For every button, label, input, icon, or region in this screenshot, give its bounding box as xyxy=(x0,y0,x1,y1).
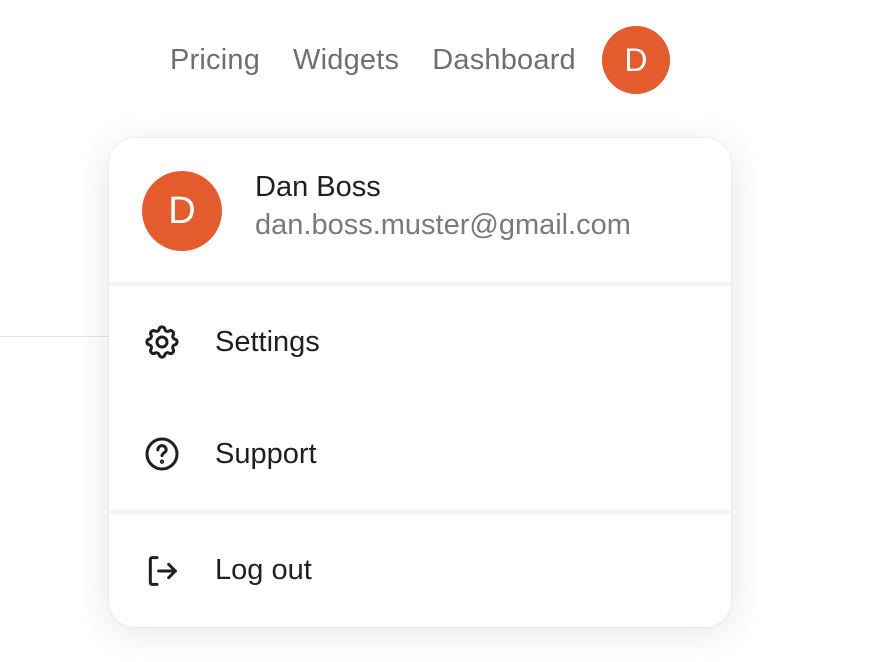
user-menu-dropdown: D Dan Boss dan.boss.muster@gmail.com Set… xyxy=(109,138,731,627)
profile-avatar: D xyxy=(142,171,222,251)
profile-name: Dan Boss xyxy=(255,171,381,203)
menu-item-support-label: Support xyxy=(215,437,317,470)
background-divider xyxy=(0,336,120,337)
nav-link-widgets[interactable]: Widgets xyxy=(293,44,399,77)
nav-link-dashboard[interactable]: Dashboard xyxy=(432,44,576,77)
top-navigation: Pricing Widgets Dashboard D xyxy=(170,26,670,94)
nav-link-pricing[interactable]: Pricing xyxy=(170,44,260,77)
menu-item-logout[interactable]: Log out xyxy=(109,514,731,627)
user-avatar-button[interactable]: D xyxy=(601,26,670,94)
profile-email: dan.boss.muster@gmail.com xyxy=(255,209,631,241)
menu-item-logout-label: Log out xyxy=(215,554,312,586)
profile-header: D Dan Boss dan.boss.muster@gmail.com xyxy=(109,138,731,282)
menu-item-settings[interactable]: Settings xyxy=(109,286,731,398)
menu-item-settings-label: Settings xyxy=(215,325,320,358)
gear-icon xyxy=(142,322,182,362)
question-circle-icon xyxy=(142,434,182,474)
logout-icon xyxy=(142,551,182,591)
menu-item-support[interactable]: Support xyxy=(109,398,731,510)
page: Pricing Widgets Dashboard D D Dan Boss d… xyxy=(0,0,886,662)
